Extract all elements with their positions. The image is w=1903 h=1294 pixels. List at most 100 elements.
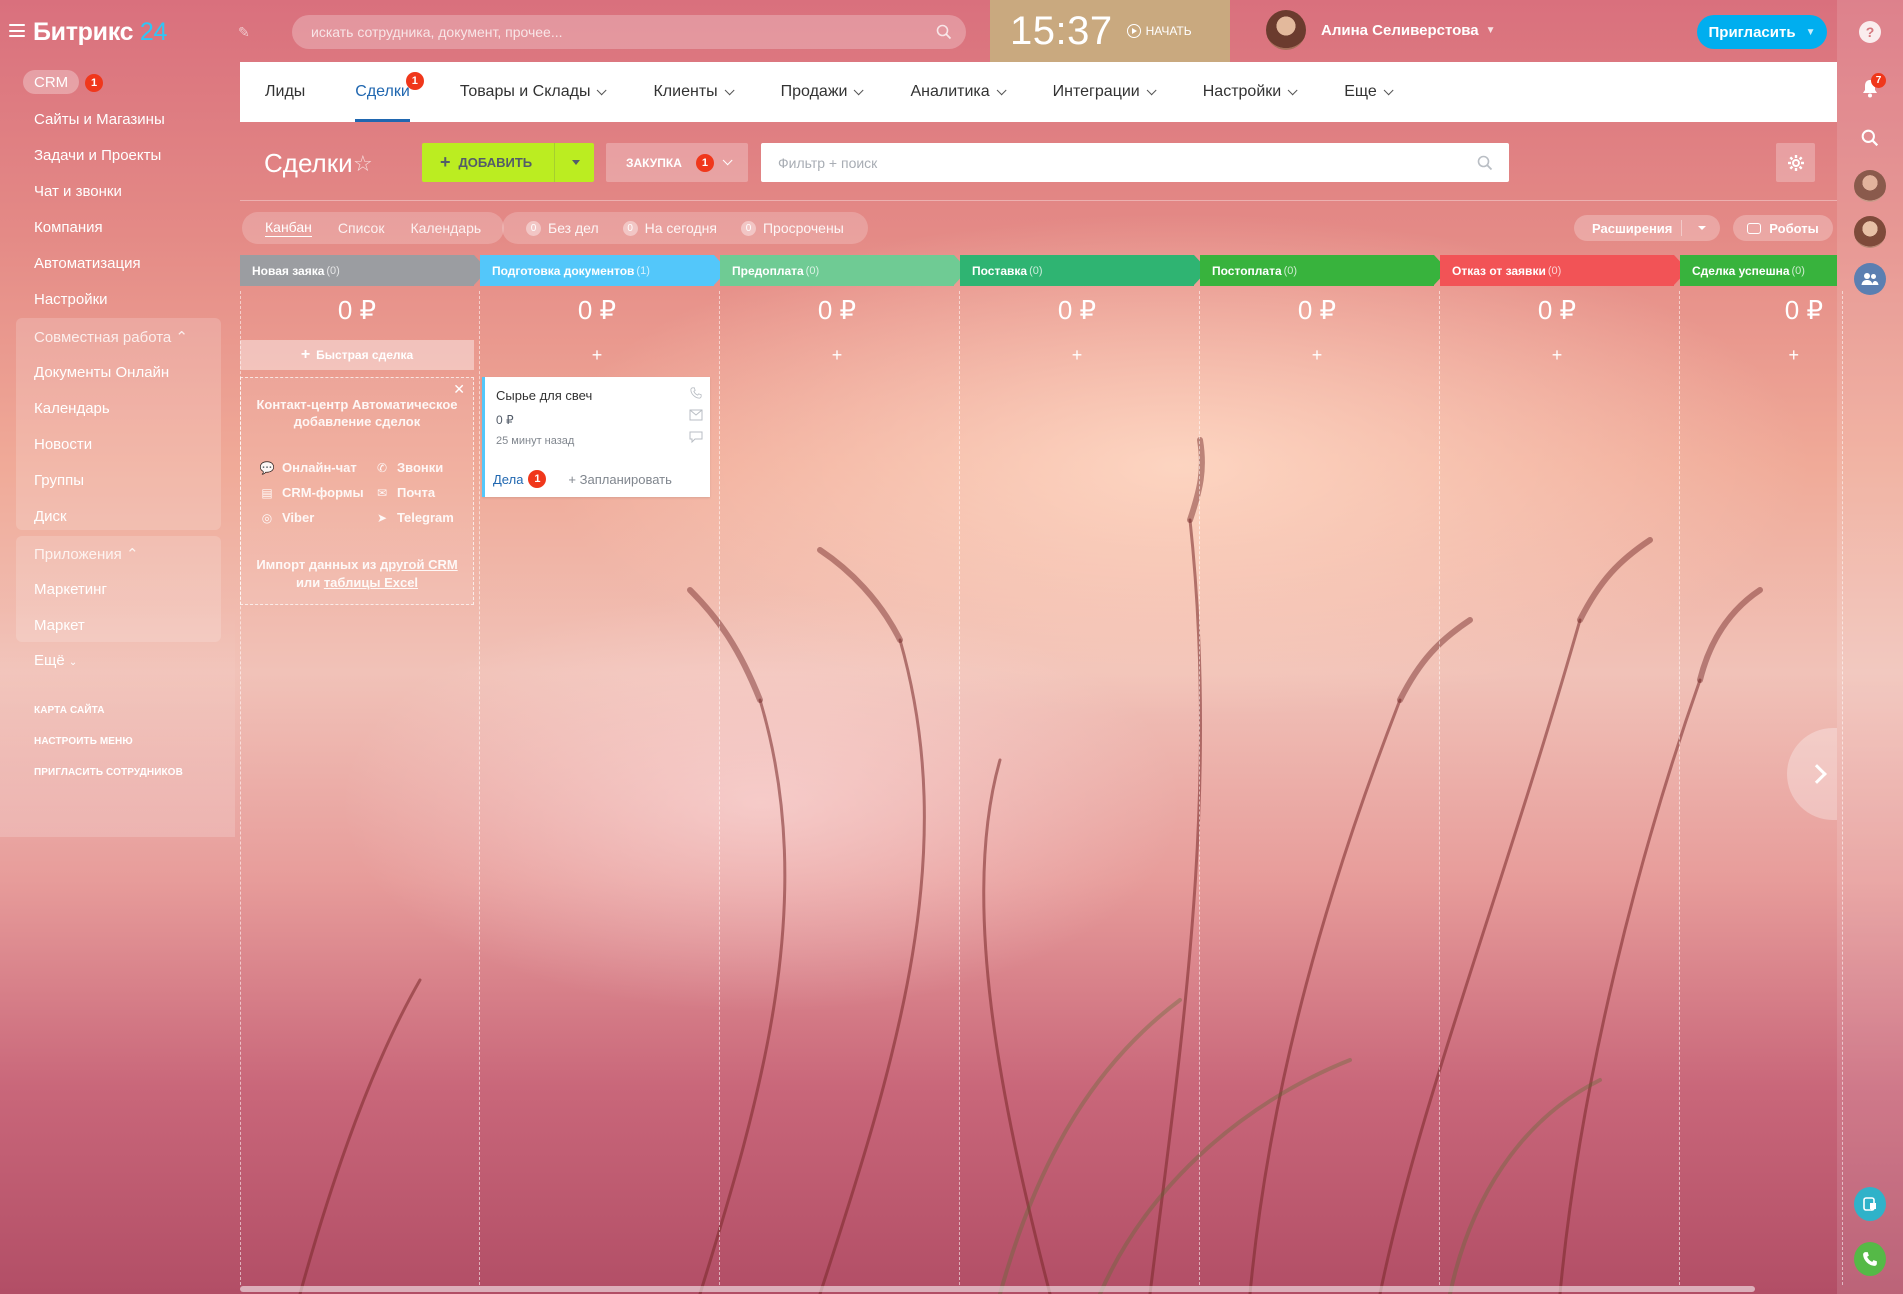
tab-label: Еще [1344,83,1377,100]
column-header[interactable]: Подготовка документов (1) [480,255,728,286]
view-calendar[interactable]: Календарь [410,220,481,236]
column-header[interactable]: Новая заяка (0) [240,255,488,286]
channel-crm-forms[interactable]: ▤ CRM-формы [259,485,363,500]
extensions-button[interactable]: Расширения [1574,215,1720,241]
group-apps-title[interactable]: Приложения ⌃ [34,545,139,563]
sitemap-link[interactable]: Карта сайта [34,705,105,716]
column-header[interactable]: Сделка успешна (0) [1680,255,1837,286]
channel-viber[interactable]: ◎ Viber [259,510,315,525]
sidebar-item-more[interactable]: Ещё ⌄ [34,652,77,669]
plan-activity-link[interactable]: + Запланировать [568,472,671,487]
add-deal-to-column-button[interactable]: + [480,340,714,370]
global-search-input[interactable] [292,15,966,49]
add-deal-to-column-button[interactable]: + [1440,340,1674,370]
pencil-icon[interactable]: ✎ [238,24,250,41]
sidebar-item-market[interactable]: Маркет [34,617,85,634]
quick-deal-button[interactable]: + Быстрая сделка [240,340,474,370]
phone-icon[interactable] [689,387,703,399]
filter-search-input[interactable] [761,143,1509,182]
configure-menu-link[interactable]: Настроить меню [34,736,133,747]
menu-burger-icon[interactable] [9,24,25,37]
sidebar-item-chat[interactable]: Чат и звонки [34,183,122,200]
help-button[interactable]: ? [1854,16,1886,48]
sidebar-item-crm[interactable]: CRM [23,70,80,94]
comment-icon[interactable] [689,431,703,443]
chevron-down-icon[interactable] [572,160,580,165]
call-button[interactable] [1854,1242,1886,1276]
notifications-button[interactable]: 7 [1854,72,1886,104]
group-collaboration-title[interactable]: Совместная работа ⌃ [34,328,188,346]
tab-more[interactable]: Еще [1344,62,1394,122]
horizontal-scrollbar[interactable] [240,1286,1755,1292]
sidebar-item-disk[interactable]: Диск [34,508,67,525]
tab-settings[interactable]: Настройки [1203,62,1298,122]
sidebar-item-marketing[interactable]: Маркетинг [34,581,107,598]
import-crm-link[interactable]: другой CRM [380,557,458,572]
invite-button[interactable]: Пригласить ▼ [1697,15,1827,49]
import-excel-link[interactable]: таблицы Excel [324,575,418,590]
recent-chat-contact[interactable] [1854,170,1886,202]
star-icon[interactable]: ☆ [353,151,373,177]
timeman-block[interactable]: 15:37 НАЧАТЬ [990,0,1230,62]
add-deal-to-column-button[interactable]: + [960,340,1194,370]
channel-telegram[interactable]: ➤ Telegram [374,510,454,525]
column-sum: 0 ₽ [1784,295,1823,325]
tab-leads[interactable]: Лиды [265,62,305,122]
kanban-column: Предоплата (0) 0 ₽ + [720,255,968,1285]
sidebar-item-news[interactable]: Новости [34,436,92,453]
counter-today[interactable]: 0 На сегодня [622,220,717,236]
sidebar-item-tasks[interactable]: Задачи и Проекты [34,147,161,164]
tab-sales[interactable]: Продажи [781,62,865,122]
column-header[interactable]: Поставка (0) [960,255,1208,286]
open-lines-button[interactable] [1854,1187,1886,1221]
tab-analytics[interactable]: Аналитика [910,62,1007,122]
chevron-down-icon: ▼ [1805,26,1816,38]
start-workday-button[interactable]: НАЧАТЬ [1126,24,1192,38]
settings-gear-button[interactable] [1776,143,1815,182]
invite-employees-link[interactable]: Пригласить сотрудников [34,767,183,778]
chevron-down-icon[interactable] [1698,226,1706,230]
add-deal-to-column-button[interactable]: + [720,340,954,370]
counter-overdue[interactable]: 0 Просрочены [740,220,844,236]
deal-activities-link[interactable]: Дела [493,472,523,487]
sidebar-item-company[interactable]: Компания [34,219,103,236]
tab-products[interactable]: Товары и Склады [460,62,608,122]
search-icon[interactable] [1477,155,1493,171]
deal-card[interactable]: Сырье для свеч 0 ₽ 25 минут назад Дела 1… [482,377,710,497]
sidebar-item-sites[interactable]: Сайты и Магазины [34,111,165,128]
search-icon[interactable] [936,24,952,40]
add-deal-to-column-button[interactable]: + [1680,340,1837,370]
channel-mail[interactable]: ✉ Почта [374,485,435,500]
recent-chat-contact[interactable] [1854,216,1886,248]
add-deal-button[interactable]: + ДОБАВИТЬ [422,143,594,182]
tab-deals[interactable]: Сделки 1 [355,62,424,122]
channel-calls[interactable]: ✆ Звонки [374,460,443,475]
tab-integrations[interactable]: Интеграции [1053,62,1157,122]
sidebar-item-groups[interactable]: Группы [34,472,84,489]
viber-icon: ◎ [261,510,273,525]
sidebar-item-documents[interactable]: Документы Онлайн [34,364,169,381]
column-sum: 0 ₽ [1537,295,1577,325]
sidebar-item-calendar[interactable]: Календарь [34,400,110,417]
deal-title[interactable]: Сырье для свеч [496,388,592,403]
search-button[interactable] [1854,122,1886,154]
robots-button[interactable]: Роботы [1733,215,1833,241]
tab-clients[interactable]: Клиенты [653,62,735,122]
group-chat-button[interactable] [1854,263,1886,295]
channel-online-chat[interactable]: 💬 Онлайн-чат [259,460,357,475]
funnel-select-button[interactable]: ЗАКУПКА 1 [606,143,748,182]
column-header[interactable]: Отказ от заявки (0) [1440,255,1688,286]
view-kanban[interactable]: Канбан [265,219,312,237]
counter-no-activity[interactable]: 0 Без дел [526,220,599,236]
chevron-down-icon [1146,84,1157,95]
column-header[interactable]: Постоплата (0) [1200,255,1448,286]
user-menu[interactable]: Алина Селиверстова ▼ [1266,10,1496,50]
deal-activities-badge: 1 [528,470,547,488]
sidebar-item-settings[interactable]: Настройки [34,291,108,308]
view-list[interactable]: Список [338,220,385,236]
add-deal-to-column-button[interactable]: + [1200,340,1434,370]
logo[interactable]: Битрикс 24 [33,18,167,47]
column-header[interactable]: Предоплата (0) [720,255,968,286]
sidebar-item-automation[interactable]: Автоматизация [34,255,141,272]
mail-icon[interactable] [689,409,703,421]
